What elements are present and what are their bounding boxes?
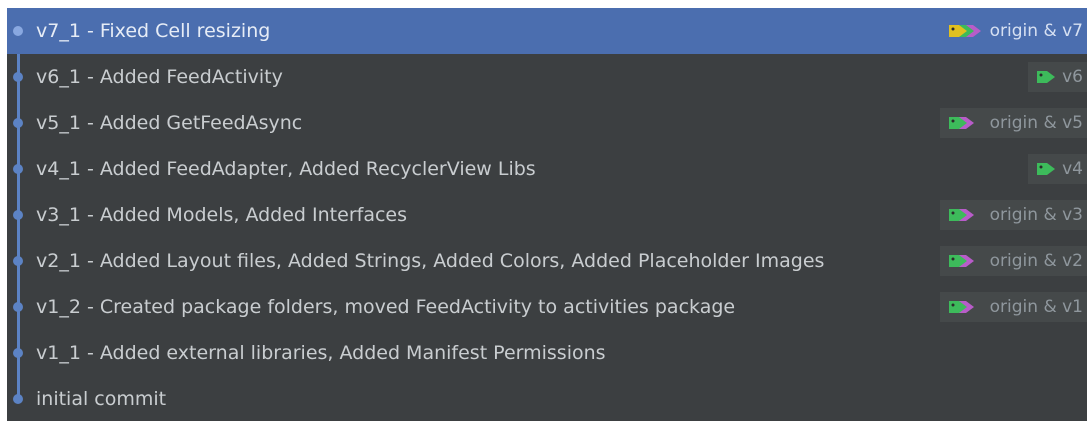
commit-log: v7_1 - Fixed Cell resizing origin & v7 v6_…: [7, 8, 1087, 421]
commit-node-icon: [13, 72, 23, 82]
commit-node-icon: [13, 26, 23, 36]
ref-badge: origin & v7: [940, 16, 1087, 46]
ref-label: origin & v5: [989, 113, 1083, 133]
commit-message: v3_1 - Added Models, Added Interfaces: [36, 204, 407, 226]
ref-label: origin & v2: [989, 251, 1083, 271]
tag-icon: [948, 209, 974, 221]
tag-icon: [948, 25, 981, 37]
commit-message: v1_2 - Created package folders, moved Fe…: [36, 296, 736, 318]
ref-badge: origin & v5: [939, 108, 1087, 138]
commit-node-icon: [13, 210, 23, 220]
ref-label: v6: [1062, 67, 1083, 87]
tag-icon: [948, 301, 974, 313]
ref-badge: origin & v2: [939, 246, 1087, 276]
commit-node-icon: [13, 256, 23, 266]
tag-icon: [1037, 71, 1056, 83]
tag-icon: [1037, 163, 1056, 175]
commit-node-icon: [13, 164, 23, 174]
commit-row[interactable]: v2_1 - Added Layout files, Added Strings…: [7, 238, 1087, 284]
commit-message: v7_1 - Fixed Cell resizing: [36, 20, 271, 42]
commit-message: v5_1 - Added GetFeedAsync: [36, 112, 303, 134]
commit-row[interactable]: v1_1 - Added external libraries, Added M…: [7, 330, 1087, 376]
ref-label: origin & v1: [989, 297, 1083, 317]
ref-badge: v6: [1028, 62, 1087, 92]
ref-label: v4: [1062, 159, 1083, 179]
commit-node-icon: [13, 394, 23, 404]
commit-node-icon: [13, 348, 23, 358]
tag-icon: [948, 255, 974, 267]
commit-message: v2_1 - Added Layout files, Added Strings…: [36, 250, 825, 272]
commit-row[interactable]: v5_1 - Added GetFeedAsync origin & v5: [7, 100, 1087, 146]
commit-message: v1_1 - Added external libraries, Added M…: [36, 342, 606, 364]
commit-row[interactable]: v6_1 - Added FeedActivity v6: [7, 54, 1087, 100]
commit-row[interactable]: v7_1 - Fixed Cell resizing origin & v7: [7, 8, 1087, 54]
commit-row[interactable]: initial commit: [7, 376, 1087, 422]
ref-badge: v4: [1028, 154, 1087, 184]
ref-badge: origin & v1: [939, 292, 1087, 322]
commit-row[interactable]: v3_1 - Added Models, Added Interfaces ori…: [7, 192, 1087, 238]
commit-row[interactable]: v1_2 - Created package folders, moved Fe…: [7, 284, 1087, 330]
commit-message: v6_1 - Added FeedActivity: [36, 66, 283, 88]
commit-node-icon: [13, 302, 23, 312]
ref-label: origin & v3: [989, 205, 1083, 225]
commit-row[interactable]: v4_1 - Added FeedAdapter, Added Recycler…: [7, 146, 1087, 192]
commit-message: v4_1 - Added FeedAdapter, Added Recycler…: [36, 158, 536, 180]
commit-node-icon: [13, 118, 23, 128]
commit-message: initial commit: [36, 388, 167, 410]
ref-label: origin & v7: [989, 21, 1083, 41]
ref-badge: origin & v3: [939, 200, 1087, 230]
tag-icon: [948, 117, 974, 129]
